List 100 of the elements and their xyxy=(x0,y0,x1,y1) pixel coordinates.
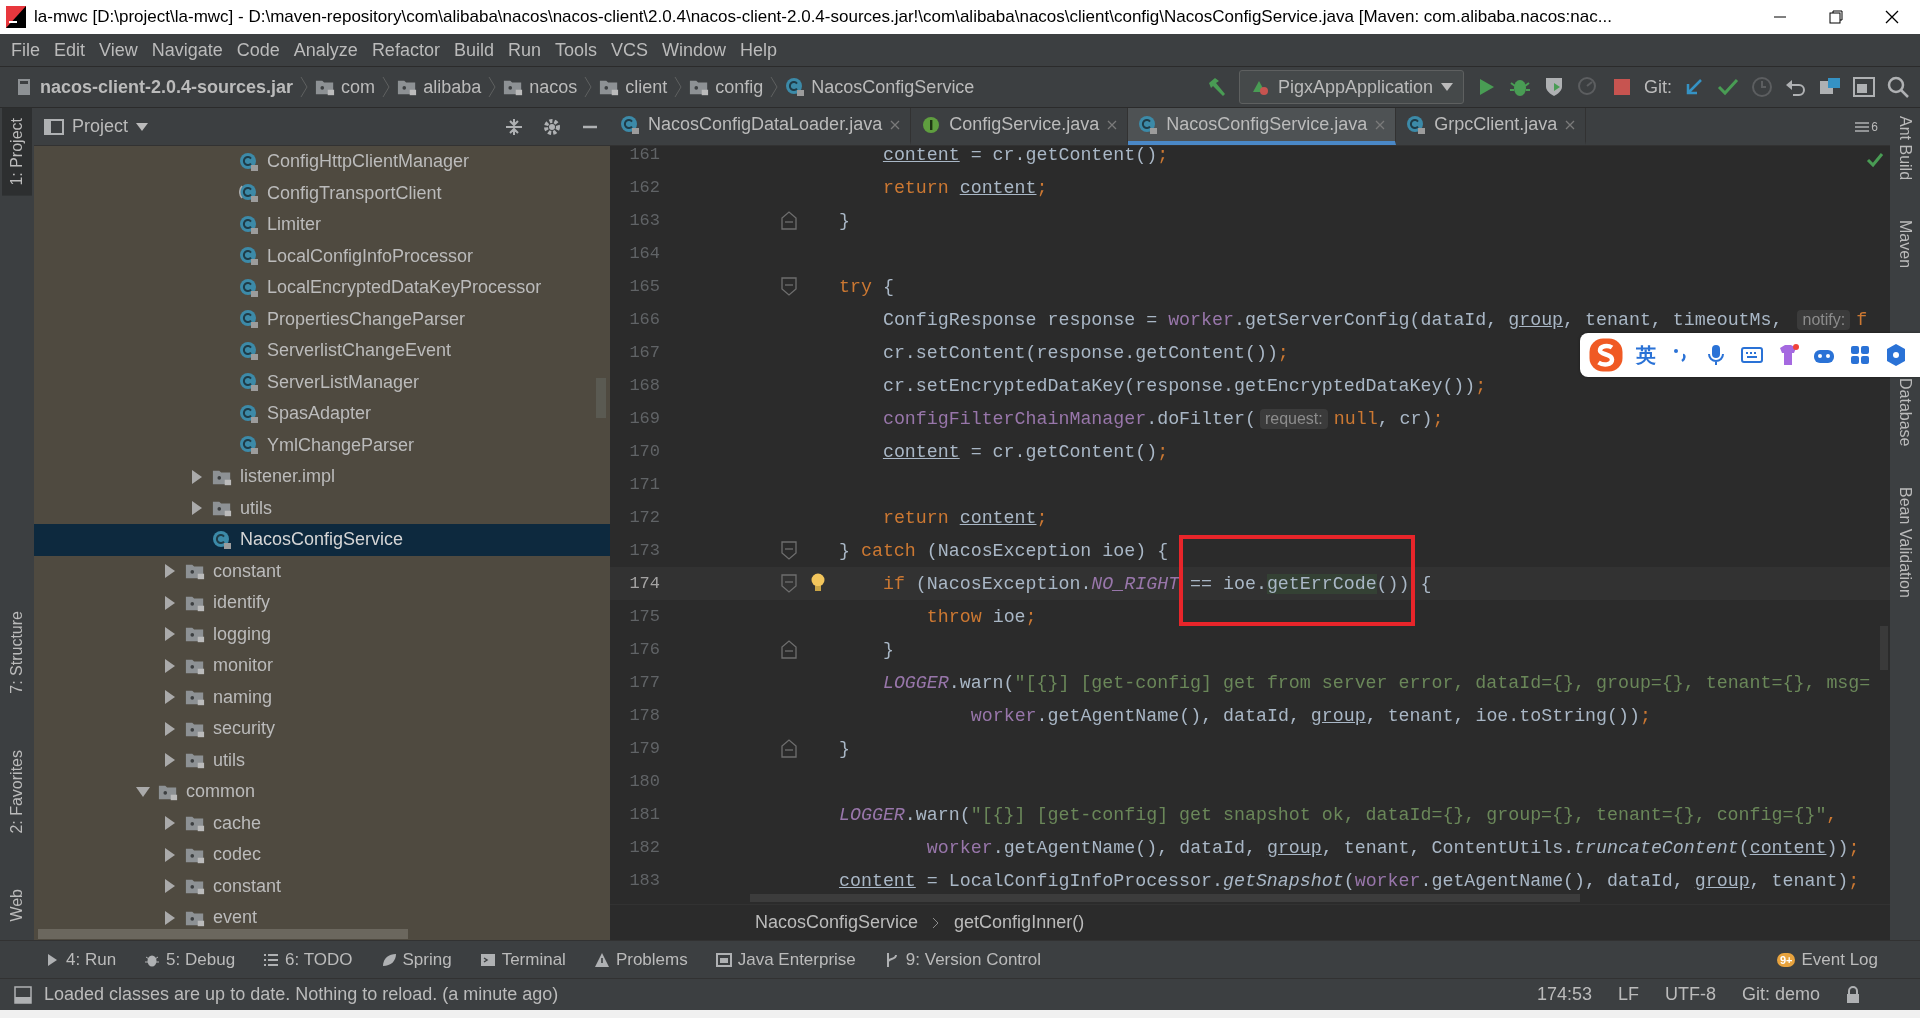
tree-item[interactable]: LocalEncryptedDataKeyProcessor xyxy=(34,272,610,304)
tree-item[interactable]: ServerlistChangeEvent xyxy=(34,335,610,367)
git-branch[interactable]: Git: demo xyxy=(1741,984,1820,1005)
menu-item[interactable]: Code xyxy=(229,39,287,61)
layout-icon[interactable] xyxy=(1852,75,1876,99)
close-icon[interactable] xyxy=(1884,9,1900,25)
tree-item[interactable]: LocalConfigInfoProcessor xyxy=(34,240,610,272)
tool-window-tab[interactable]: 5: Debug xyxy=(144,949,236,970)
breadcrumb[interactable]: client xyxy=(599,76,668,98)
file-encoding[interactable]: UTF-8 xyxy=(1664,984,1716,1005)
toggle-panel-icon[interactable] xyxy=(14,985,32,1004)
tree-item[interactable]: cache xyxy=(34,807,610,839)
tree-item[interactable]: ConfigHttpClientManager xyxy=(34,146,610,178)
tree-item[interactable]: utils xyxy=(34,744,610,776)
fold-marker-icon[interactable] xyxy=(781,277,797,296)
menu-item[interactable]: Build xyxy=(446,39,501,61)
fold-marker-icon[interactable] xyxy=(781,211,797,230)
ime-language[interactable]: 英 xyxy=(1636,341,1656,369)
tree-item[interactable]: common xyxy=(34,776,610,808)
caret-icon[interactable] xyxy=(136,122,149,131)
menu-item[interactable]: Window xyxy=(655,39,734,61)
apps-grid-icon[interactable] xyxy=(1848,343,1872,367)
tool-window-tab[interactable]: Ant Build xyxy=(1896,116,1914,181)
tree-item[interactable]: Limiter xyxy=(34,209,610,241)
tool-window-tab[interactable]: Java Enterprise xyxy=(715,949,856,970)
fold-marker-icon[interactable] xyxy=(781,541,797,560)
caret-position[interactable]: 174:53 xyxy=(1536,984,1592,1005)
menu-item[interactable]: Navigate xyxy=(144,39,230,61)
menu-item[interactable]: Run xyxy=(500,39,548,61)
tool-window-tab[interactable]: 6: TODO xyxy=(263,949,353,970)
breadcrumb[interactable]: NacosConfigService xyxy=(755,912,919,933)
breadcrumb[interactable]: config xyxy=(689,76,764,98)
tree-item[interactable]: event xyxy=(34,902,610,928)
editor-tab[interactable]: NacosConfigDataLoader.java xyxy=(610,108,912,145)
fold-marker-icon[interactable] xyxy=(781,574,797,593)
tool-window-tab[interactable]: Database xyxy=(1896,378,1914,447)
fold-marker-icon[interactable] xyxy=(781,739,797,758)
breadcrumb[interactable]: getConfigInner() xyxy=(954,912,1085,933)
breadcrumb[interactable]: alibaba xyxy=(397,76,482,98)
event-log-tab[interactable]: 9+ Event Log xyxy=(1776,949,1878,970)
fold-marker-icon[interactable] xyxy=(781,640,797,659)
tool-window-tab[interactable]: 7: Structure xyxy=(2,601,32,704)
scrollbar-thumb[interactable] xyxy=(38,929,408,939)
tree-item[interactable]: NacosConfigService xyxy=(34,524,610,556)
tool-window-tab[interactable]: 2: Favorites xyxy=(2,739,32,844)
line-number: 165 xyxy=(628,277,660,296)
breadcrumb[interactable]: com xyxy=(315,76,376,98)
tool-window-tab[interactable]: Terminal xyxy=(479,949,566,970)
tool-window-tab[interactable]: 4: Run xyxy=(44,949,117,970)
class-icon xyxy=(239,246,259,267)
breadcrumb[interactable]: nacos xyxy=(503,76,578,98)
settings-icon[interactable] xyxy=(1884,343,1908,367)
tree-item[interactable]: PropertiesChangeParser xyxy=(34,303,610,335)
panel-title[interactable]: Project xyxy=(72,116,129,137)
editor-tab[interactable]: NacosConfigService.java xyxy=(1128,108,1397,145)
tree-item[interactable]: monitor xyxy=(34,650,610,682)
tree-item[interactable]: codec xyxy=(34,839,610,871)
chevron-icon xyxy=(932,916,941,929)
tree-item[interactable]: naming xyxy=(34,681,610,713)
menu-item[interactable]: Analyze xyxy=(286,39,365,61)
tool-window-tab[interactable]: Maven xyxy=(1896,220,1914,269)
tool-window-tab[interactable]: Spring xyxy=(380,949,452,970)
ime-logo-icon[interactable] xyxy=(1588,337,1624,373)
tree-item[interactable]: constant xyxy=(34,555,610,587)
tree-item[interactable]: ConfigTransportClient xyxy=(34,177,610,209)
tool-window-tab[interactable]: 9: Version Control xyxy=(883,949,1041,970)
run-configuration-dropdown[interactable]: PigxAppApplication xyxy=(1238,70,1464,104)
menu-item[interactable]: View xyxy=(92,39,145,61)
tree-item[interactable]: ServerListManager xyxy=(34,366,610,398)
tree-item[interactable]: listener.impl xyxy=(34,461,610,493)
breadcrumb[interactable]: NacosConfigService xyxy=(785,76,975,98)
tool-window-tab[interactable]: Problems xyxy=(593,949,688,970)
tree-item[interactable]: YmlChangeParser xyxy=(34,429,610,461)
tree-item[interactable]: security xyxy=(34,713,610,745)
menu-item[interactable]: Refactor xyxy=(364,39,447,61)
tree-item[interactable]: identify xyxy=(34,587,610,619)
tree-item[interactable]: utils xyxy=(34,492,610,524)
tool-window-tab[interactable]: Web xyxy=(2,879,32,932)
tree-item[interactable]: SpasAdapter xyxy=(34,398,610,430)
chevron-icon xyxy=(769,76,780,98)
tool-window-tab[interactable]: 1: Project xyxy=(2,108,32,196)
editor-tab[interactable]: GrpcClient.java xyxy=(1396,108,1587,145)
lightbulb-icon[interactable] xyxy=(810,573,826,593)
breadcrumb[interactable]: nacos-client-2.0.4-sources.jar xyxy=(14,76,294,98)
settings-icon[interactable] xyxy=(542,116,562,137)
menu-item[interactable]: Help xyxy=(733,39,785,61)
search-icon[interactable] xyxy=(1886,75,1910,99)
restore-icon[interactable] xyxy=(1828,9,1844,25)
tool-window-tab[interactable]: Bean Validation xyxy=(1896,486,1914,598)
code-line: configFilterChainManager.doFilter( request: null, cr); xyxy=(881,408,1444,429)
tree-item[interactable]: constant xyxy=(34,870,610,902)
menu-item[interactable]: VCS xyxy=(604,39,655,61)
menu-item[interactable]: Edit xyxy=(47,39,93,61)
lock-icon[interactable] xyxy=(1846,985,1860,1004)
menu-item[interactable]: Tools xyxy=(547,39,604,61)
menu-item[interactable]: File xyxy=(4,39,47,61)
tree-item[interactable]: logging xyxy=(34,618,610,650)
line-separator[interactable]: LF xyxy=(1617,984,1639,1005)
collapse-all-icon[interactable] xyxy=(504,116,524,137)
tab-list-icon[interactable] xyxy=(1855,120,1870,133)
